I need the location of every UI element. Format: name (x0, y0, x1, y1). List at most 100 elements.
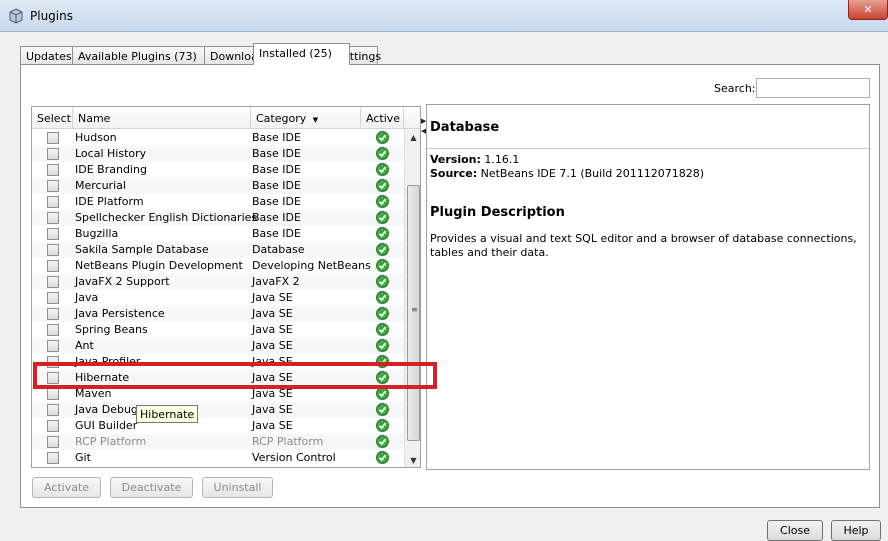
select-checkbox[interactable] (47, 132, 59, 144)
help-button[interactable]: Help (831, 520, 881, 541)
table-vertical-scrollbar[interactable]: ▲ ≡ ▼ (404, 129, 420, 467)
table-row[interactable]: Git Version Control (32, 450, 404, 466)
active-check-icon (376, 355, 389, 368)
select-checkbox[interactable] (47, 148, 59, 160)
select-checkbox[interactable] (47, 452, 59, 464)
select-checkbox[interactable] (47, 276, 59, 288)
plugin-category: Java SE (252, 355, 293, 368)
plugin-category: RCP Platform (252, 435, 324, 448)
plugin-name: Mercurial (75, 179, 126, 192)
active-check-icon (376, 131, 389, 144)
table-row[interactable]: Mercurial Base IDE (32, 178, 404, 194)
select-checkbox[interactable] (47, 164, 59, 176)
active-check-icon (376, 323, 389, 336)
scroll-down-arrow-icon[interactable]: ▼ (405, 452, 420, 467)
netbeans-cube-icon (9, 8, 23, 24)
table-row[interactable]: IDE Branding Base IDE (32, 162, 404, 178)
select-checkbox[interactable] (47, 404, 59, 416)
close-button[interactable]: Close (767, 520, 823, 541)
active-check-icon (376, 243, 389, 256)
table-row[interactable]: Ant Java SE (32, 338, 404, 354)
table-row[interactable]: GUI Builder Java SE (32, 418, 404, 434)
table-row[interactable]: JavaFX 2 Support JavaFX 2 (32, 274, 404, 290)
table-row[interactable]: NetBeans Plugin Development Developing Ne… (32, 258, 404, 274)
plugin-name: Git (75, 451, 91, 464)
column-header-select[interactable]: Select (32, 107, 73, 129)
active-check-icon (376, 403, 389, 416)
table-row[interactable]: Sakila Sample Database Database (32, 242, 404, 258)
select-checkbox[interactable] (47, 228, 59, 240)
plugin-category: Base IDE (252, 195, 301, 208)
table-row[interactable]: Local History Base IDE (32, 146, 404, 162)
table-row[interactable]: Java Profiler Java SE (32, 354, 404, 370)
select-checkbox[interactable] (47, 260, 59, 272)
table-row[interactable]: Spring Beans Java SE (32, 322, 404, 338)
active-check-icon (376, 163, 389, 176)
select-checkbox[interactable] (47, 292, 59, 304)
active-check-icon (376, 147, 389, 160)
plugin-name: IDE Branding (75, 163, 147, 176)
plugin-name: Sakila Sample Database (75, 243, 209, 256)
tab-installed[interactable]: Installed (25) (253, 43, 350, 65)
select-checkbox[interactable] (47, 372, 59, 384)
plugin-name: Spellchecker English Dictionaries (75, 211, 258, 224)
select-checkbox[interactable] (47, 244, 59, 256)
select-checkbox[interactable] (47, 196, 59, 208)
plugin-category: Developing NetBeans (252, 259, 371, 272)
plugin-category: Java SE (252, 419, 293, 432)
column-header-category[interactable]: Category ▼ (251, 107, 361, 129)
column-header-active[interactable]: Active (361, 107, 404, 129)
plugins-table: Select Name Category ▼ Active Hudson Base… (31, 106, 421, 468)
version-line: Version: 1.16.1 (430, 153, 520, 166)
table-row[interactable]: Java Java SE (32, 290, 404, 306)
select-checkbox[interactable] (47, 324, 59, 336)
window-close-button[interactable]: ✕ (848, 0, 888, 20)
table-row[interactable]: Bugzilla Base IDE (32, 226, 404, 242)
select-checkbox[interactable] (47, 420, 59, 432)
plugin-name: Spring Beans (75, 323, 148, 336)
select-checkbox[interactable] (47, 436, 59, 448)
uninstall-button[interactable]: Uninstall (202, 477, 273, 498)
sort-descending-icon: ▼ (312, 116, 319, 124)
select-checkbox[interactable] (47, 388, 59, 400)
table-row[interactable]: Java Debugger Java SE (32, 402, 404, 418)
plugin-name: NetBeans Plugin Development (75, 259, 243, 272)
grip-lines-icon: ≡ (411, 305, 418, 314)
active-check-icon (376, 451, 389, 464)
close-icon: ✕ (863, 3, 873, 16)
activate-button[interactable]: Activate (32, 477, 101, 498)
table-row[interactable]: Spellchecker English Dictionaries Base ID… (32, 210, 404, 226)
scrollbar-thumb[interactable]: ≡ (407, 185, 420, 441)
select-checkbox[interactable] (47, 212, 59, 224)
column-header-name[interactable]: Name (73, 107, 251, 129)
plugin-name: Hudson (75, 131, 117, 144)
table-row[interactable]: RCP Platform RCP Platform (32, 434, 404, 450)
active-check-icon (376, 195, 389, 208)
table-row[interactable]: Maven Java SE (32, 386, 404, 402)
plugin-category: Java SE (252, 307, 293, 320)
table-row[interactable]: Java Persistence Java SE (32, 306, 404, 322)
select-checkbox[interactable] (47, 356, 59, 368)
table-row[interactable]: IDE Platform Base IDE (32, 194, 404, 210)
plugin-category: Base IDE (252, 227, 301, 240)
plugin-name: Hibernate (75, 371, 130, 384)
plugin-detail-panel: Database Version: 1.16.1 Source: NetBean… (426, 104, 870, 470)
active-check-icon (376, 387, 389, 400)
table-row[interactable]: Hudson Base IDE (32, 130, 404, 146)
scroll-up-arrow-icon[interactable]: ▲ (405, 129, 420, 146)
detail-title: Database (430, 120, 500, 135)
tab-updates[interactable]: Updates (20, 46, 73, 65)
select-checkbox[interactable] (47, 340, 59, 352)
active-check-icon (376, 339, 389, 352)
table-row[interactable]: Hibernate Java SE (32, 370, 404, 386)
source-line: Source: NetBeans IDE 7.1 (Build 20111207… (430, 167, 705, 180)
active-check-icon (376, 291, 389, 304)
search-input[interactable] (756, 78, 870, 98)
tab-available-plugins[interactable]: Available Plugins (73) (72, 46, 205, 65)
select-checkbox[interactable] (47, 308, 59, 320)
active-check-icon (376, 275, 389, 288)
table-body: Hudson Base IDE Local History Base IDE IDE B… (32, 130, 404, 466)
select-checkbox[interactable] (47, 180, 59, 192)
deactivate-button[interactable]: Deactivate (110, 477, 193, 498)
plugin-category: Base IDE (252, 211, 301, 224)
